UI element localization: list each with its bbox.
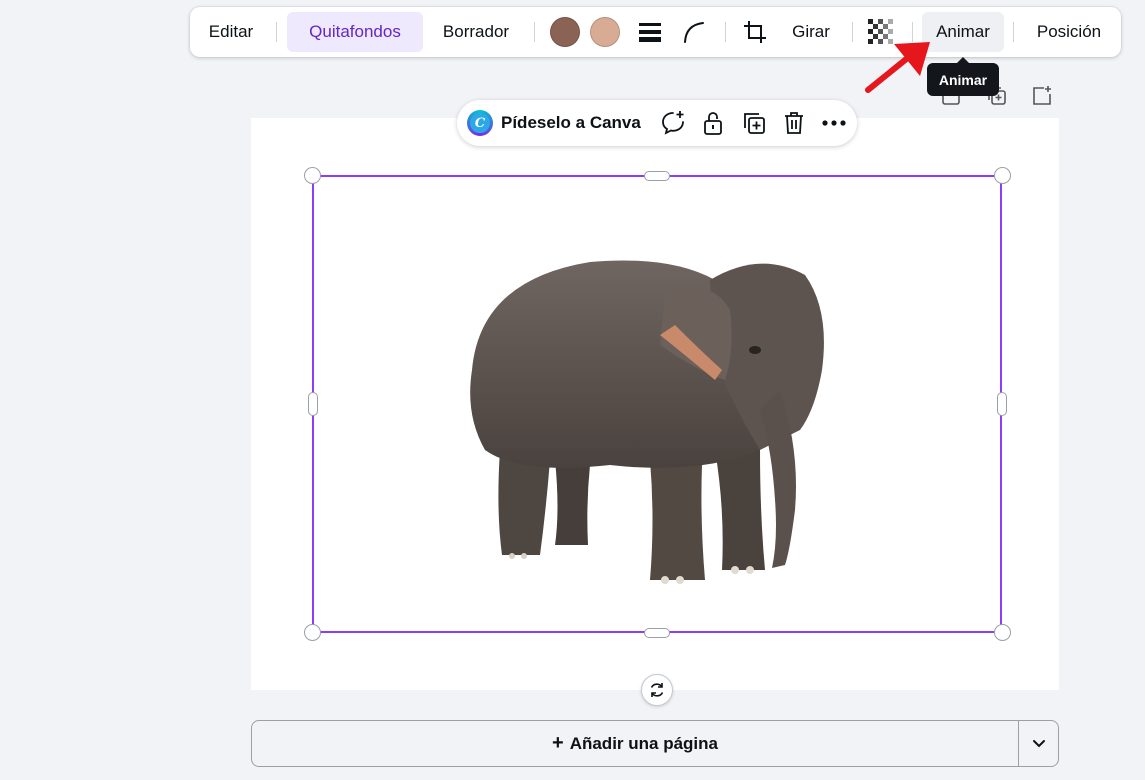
- toolbar-divider: [534, 22, 535, 42]
- resize-handle-bottom[interactable]: [644, 628, 670, 638]
- position-button[interactable]: Posición: [1025, 12, 1113, 52]
- canva-logo-icon: C: [467, 110, 493, 136]
- element-toolbar: Editar Quitafondos Borrador Girar Animar…: [190, 7, 1121, 57]
- comment-add-icon[interactable]: [659, 109, 687, 137]
- lines-icon[interactable]: [634, 16, 666, 48]
- more-icon[interactable]: [820, 109, 848, 137]
- selection-frame: [312, 175, 1002, 633]
- remove-background-button[interactable]: Quitafondos: [287, 12, 423, 52]
- lock-icon[interactable]: [699, 109, 727, 137]
- toolbar-divider: [1013, 22, 1014, 42]
- color-swatch-light[interactable]: [590, 17, 620, 47]
- edit-button[interactable]: Editar: [196, 12, 266, 52]
- add-page-button[interactable]: + Añadir una página: [252, 721, 1018, 766]
- chevron-down-icon[interactable]: [1019, 721, 1059, 766]
- resize-handle-left[interactable]: [308, 392, 318, 416]
- add-page-bar: + Añadir una página: [251, 720, 1059, 767]
- rotate-button[interactable]: Girar: [780, 12, 842, 52]
- toolbar-divider: [725, 22, 726, 42]
- crop-icon[interactable]: [739, 16, 771, 48]
- resize-handle-right[interactable]: [997, 392, 1007, 416]
- curve-icon[interactable]: [678, 16, 710, 48]
- toolbar-divider: [276, 22, 277, 42]
- ask-canva-button[interactable]: Pídeselo a Canva: [501, 113, 641, 133]
- color-swatch-dark[interactable]: [550, 17, 580, 47]
- eraser-button[interactable]: Borrador: [430, 12, 522, 52]
- trash-icon[interactable]: [780, 109, 808, 137]
- plus-icon: +: [552, 732, 564, 754]
- duplicate-icon[interactable]: [740, 109, 768, 137]
- resize-handle-bottom-right[interactable]: [994, 624, 1011, 641]
- element-context-bar: C Pídeselo a Canva: [457, 100, 857, 146]
- add-page-icon[interactable]: [1029, 83, 1055, 109]
- red-arrow-annotation: [865, 42, 930, 93]
- resize-handle-bottom-left[interactable]: [304, 624, 321, 641]
- add-page-label: Añadir una página: [569, 733, 718, 753]
- resize-handle-top-right[interactable]: [994, 167, 1011, 184]
- resize-handle-top-left[interactable]: [304, 167, 321, 184]
- resize-handle-top[interactable]: [644, 171, 670, 181]
- rotate-handle[interactable]: [641, 674, 673, 706]
- toolbar-divider: [852, 22, 853, 42]
